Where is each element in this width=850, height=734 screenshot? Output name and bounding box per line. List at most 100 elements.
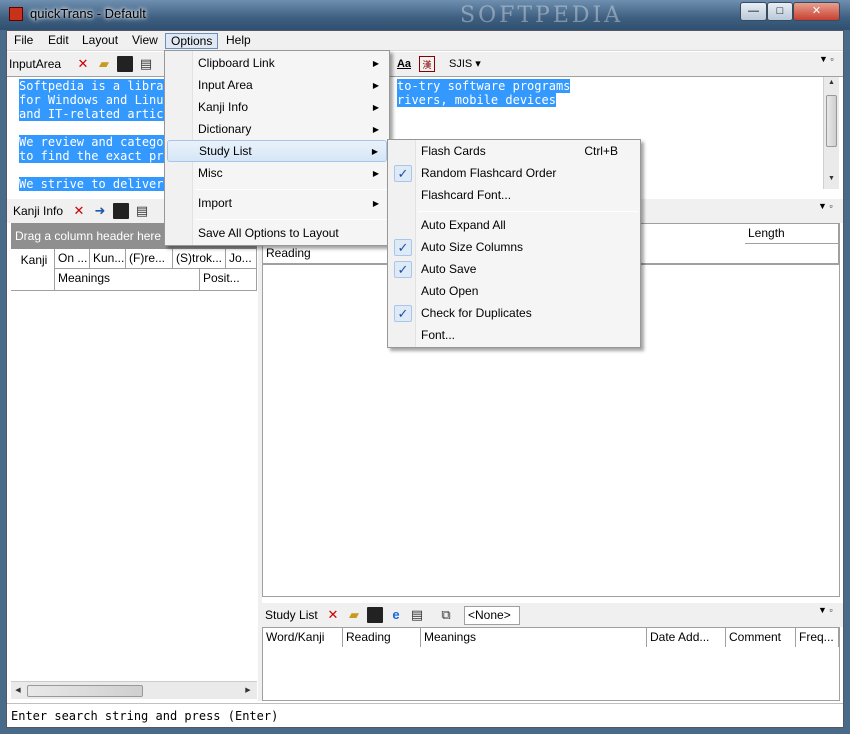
menu-item-label: Clipboard Link: [198, 56, 275, 70]
col-meanings[interactable]: Meanings: [55, 269, 200, 291]
menu-item-study-list[interactable]: Study List ▶: [167, 140, 387, 162]
menu-item-label: Study List: [199, 144, 252, 158]
col-kun[interactable]: Kun...: [90, 249, 126, 269]
search-bar[interactable]: Enter search string and press (Enter): [7, 703, 843, 727]
kanji-dict-icon[interactable]: 漢: [419, 56, 435, 72]
input-line: and IT-related artic: [19, 107, 164, 121]
col-length[interactable]: Length: [745, 224, 839, 244]
chevron-down-icon: ▾: [475, 58, 481, 70]
panel-pin-icons[interactable]: ▼ ▫: [818, 201, 833, 211]
menu-item-misc[interactable]: Misc ▶: [167, 163, 387, 185]
hscroll-thumb[interactable]: [27, 685, 143, 697]
col-strokes[interactable]: (S)trok...: [173, 249, 226, 269]
scroll-thumb[interactable]: [826, 95, 837, 147]
menu-item-label: Auto Open: [421, 284, 479, 298]
study-list-selector[interactable]: <None>: [464, 606, 520, 625]
col-frequency[interactable]: Freq...: [796, 628, 839, 648]
menu-item-input-area[interactable]: Input Area ▶: [167, 75, 387, 97]
menu-item-auto-size-columns[interactable]: ✓ Auto Size Columns: [390, 237, 638, 259]
scroll-up-icon[interactable]: ▲: [824, 79, 839, 86]
menu-bar: File Edit Layout View Options Help: [7, 31, 843, 51]
menu-item-shortcut: Ctrl+B: [584, 144, 618, 158]
submenu-arrow-icon: ▶: [372, 199, 379, 208]
kanji-hscrollbar[interactable]: ◀ ▶: [11, 681, 257, 699]
flashcards-icon[interactable]: ⧉: [438, 607, 454, 623]
input-line: rivers, mobile devices: [397, 93, 556, 107]
save-icon[interactable]: [113, 203, 129, 219]
open-folder-icon[interactable]: ▰: [96, 56, 112, 72]
window-title: quickTrans - Default: [30, 6, 146, 21]
menu-item-label: Input Area: [198, 78, 253, 92]
menu-view[interactable]: View: [127, 33, 163, 49]
panel-pin-icons[interactable]: ▼ ▫: [818, 605, 833, 615]
title-bar[interactable]: quickTrans - Default SOFTPEDIA — □ ✕: [0, 0, 850, 30]
col-position[interactable]: Posit...: [200, 269, 257, 291]
col-kanji[interactable]: Kanji: [11, 249, 55, 291]
menu-layout[interactable]: Layout: [77, 33, 123, 49]
col-frequency[interactable]: (F)re...: [126, 249, 173, 269]
menu-item-auto-save[interactable]: ✓ Auto Save: [390, 259, 638, 281]
print-icon[interactable]: ▤: [134, 203, 150, 219]
menu-item-font[interactable]: Font...: [390, 325, 638, 347]
study-list-title: Study List: [265, 608, 318, 622]
menu-item-import[interactable]: Import ▶: [167, 193, 387, 215]
export-icon[interactable]: ➜: [92, 203, 108, 219]
panel-pin-icons[interactable]: ▼ ▫: [819, 54, 834, 64]
study-list-table[interactable]: [262, 647, 840, 701]
menu-item-label: Flashcard Font...: [421, 188, 512, 202]
col-reading[interactable]: Reading: [343, 628, 421, 648]
menu-item-random-flashcard-order[interactable]: ✓ Random Flashcard Order: [390, 163, 638, 185]
print-icon[interactable]: ▤: [138, 56, 154, 72]
menu-item-clipboard-link[interactable]: Clipboard Link ▶: [167, 53, 387, 75]
submenu-arrow-icon: ▶: [372, 103, 379, 112]
input-scrollbar[interactable]: ▲ ▼: [823, 77, 839, 189]
print-icon[interactable]: ▤: [409, 607, 425, 623]
close-button[interactable]: ✕: [793, 2, 840, 21]
font-icon[interactable]: Aa: [396, 56, 412, 72]
menu-item-auto-open[interactable]: Auto Open: [390, 281, 638, 303]
col-jouyou[interactable]: Jo...: [226, 249, 257, 269]
encoding-dropdown[interactable]: SJIS ▾: [449, 57, 481, 70]
menu-item-label: Auto Expand All: [421, 218, 506, 232]
menu-options[interactable]: Options: [165, 33, 219, 49]
menu-item-auto-expand-all[interactable]: Auto Expand All: [390, 215, 638, 237]
menu-edit[interactable]: Edit: [43, 33, 74, 49]
group-by-hint: Drag a column header here: [15, 229, 162, 243]
options-menu: Clipboard Link ▶ Input Area ▶ Kanji Info ▶ …: [164, 50, 390, 246]
menu-item-flashcard-font[interactable]: Flashcard Font...: [390, 185, 638, 207]
maximize-button[interactable]: □: [767, 2, 793, 21]
menu-item-dictionary[interactable]: Dictionary ▶: [167, 119, 387, 141]
scroll-down-icon[interactable]: ▼: [824, 175, 839, 182]
menu-item-label: Import: [198, 196, 233, 210]
menu-item-label: Save All Options to Layout: [198, 226, 339, 240]
menu-item-kanji-info[interactable]: Kanji Info ▶: [167, 97, 387, 119]
menu-item-save-all-options[interactable]: Save All Options to Layout: [167, 223, 387, 245]
scroll-right-icon[interactable]: ▶: [243, 686, 253, 694]
menu-separator: [418, 211, 638, 212]
app-icon[interactable]: [9, 7, 23, 21]
scroll-left-icon[interactable]: ◀: [13, 686, 23, 694]
open-folder-icon[interactable]: ▰: [346, 607, 362, 623]
submenu-arrow-icon: ▶: [372, 169, 379, 178]
check-icon: ✓: [394, 261, 412, 278]
clear-icon[interactable]: ✕: [75, 56, 91, 72]
menu-item-check-for-duplicates[interactable]: ✓ Check for Duplicates: [390, 303, 638, 325]
save-icon[interactable]: [367, 607, 383, 623]
save-icon[interactable]: [117, 56, 133, 72]
menu-item-flash-cards[interactable]: Flash Cards Ctrl+B: [390, 141, 638, 163]
menu-file[interactable]: File: [9, 33, 38, 49]
col-date-added[interactable]: Date Add...: [647, 628, 726, 648]
menu-separator: [195, 219, 387, 220]
encoding-value: SJIS: [449, 58, 473, 70]
col-word-kanji[interactable]: Word/Kanji: [263, 628, 343, 648]
input-line: to find the exact pro: [19, 149, 171, 163]
col-comment[interactable]: Comment: [726, 628, 796, 648]
col-meanings[interactable]: Meanings: [421, 628, 647, 648]
clear-icon[interactable]: ✕: [325, 607, 341, 623]
search-prompt: Enter search string and press (Enter): [11, 709, 279, 723]
col-on[interactable]: On ...: [55, 249, 90, 269]
minimize-button[interactable]: —: [740, 2, 767, 21]
browser-icon[interactable]: e: [388, 607, 404, 623]
menu-help[interactable]: Help: [221, 33, 256, 49]
clear-icon[interactable]: ✕: [71, 203, 87, 219]
